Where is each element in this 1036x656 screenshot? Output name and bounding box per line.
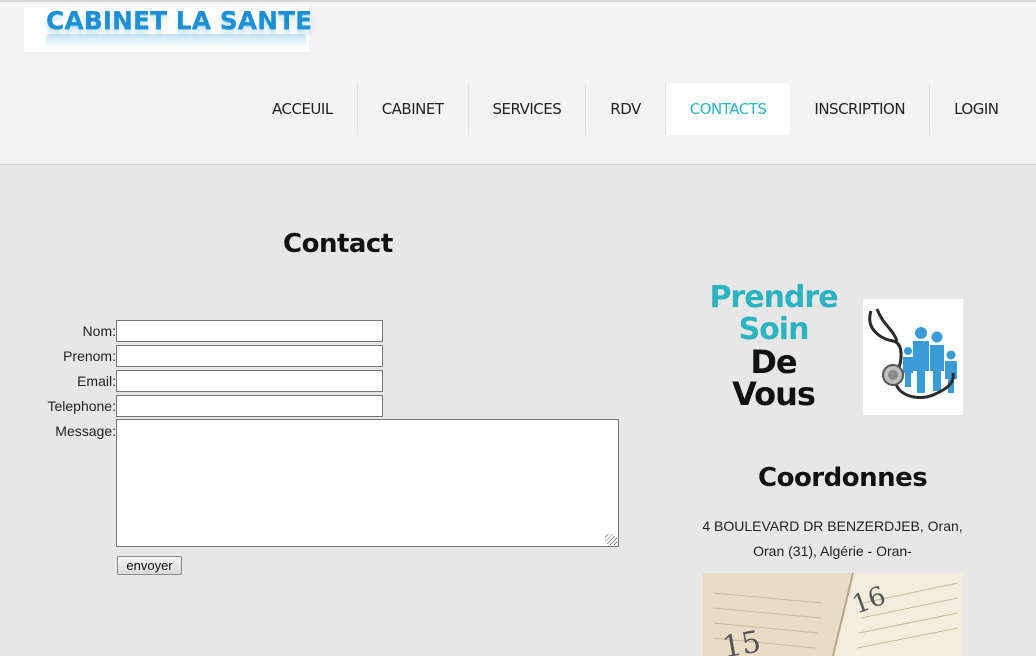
address-block: 4 BOULEVARD DR BENZERDJEB, Oran, Oran (3… [700, 514, 965, 564]
tagline: Prendre Soin De Vous [706, 280, 841, 413]
calendar-number-15: 15 [720, 624, 764, 656]
site-logo[interactable]: CABINET LA SANTE [24, 4, 313, 52]
message-textarea[interactable] [116, 419, 619, 547]
prenom-label: Prenom: [63, 348, 116, 364]
address-line2: Oran (31), Algérie - Oran- [753, 543, 912, 559]
nav-item-rdv[interactable]: RDV [586, 83, 666, 135]
nav-item-cabinet[interactable]: CABINET [358, 83, 469, 135]
message-label: Message: [55, 423, 116, 439]
submit-button[interactable]: envoyer [117, 556, 182, 575]
textarea-resize-grip[interactable] [605, 534, 615, 544]
stethoscope-family-icon [863, 299, 963, 415]
nav-item-inscription[interactable]: INSCRIPTION [790, 83, 931, 135]
email-label: Email: [77, 373, 116, 389]
nom-input[interactable] [116, 320, 383, 342]
coordinates-title: Coordonnes [758, 463, 928, 493]
calendar-planner-image: 16 15 [703, 573, 963, 656]
logo-text: CABINET LA SANTE [46, 6, 313, 35]
calendar-planner-icon: 16 15 [703, 573, 963, 656]
tagline-line4: Vous [732, 375, 816, 413]
address-line1: 4 BOULEVARD DR BENZERDJEB, Oran, [702, 518, 963, 534]
tagline-line2: Soin [738, 312, 810, 347]
stethoscope-family-image [863, 299, 963, 415]
email-input[interactable] [116, 370, 383, 392]
tagline-line1: Prendre [709, 280, 838, 315]
site-header: CABINET LA SANTE ACCEUIL CABINET SERVICE… [0, 0, 1036, 165]
logo-reflection [46, 34, 306, 48]
nav-item-contacts[interactable]: CONTACTS [665, 83, 791, 135]
contact-title: Contact [283, 229, 393, 259]
nav-item-services[interactable]: SERVICES [469, 83, 587, 135]
nav-item-acceuil[interactable]: ACCEUIL [248, 83, 358, 135]
tagline-line3: De [750, 343, 797, 381]
telephone-label: Telephone: [47, 398, 116, 414]
prenom-input[interactable] [116, 345, 383, 367]
nom-label: Nom: [82, 323, 116, 339]
main-nav: ACCEUIL CABINET SERVICES RDV CONTACTS IN… [248, 83, 1022, 135]
telephone-input[interactable] [116, 395, 383, 417]
nav-item-login[interactable]: LOGIN [930, 83, 1022, 135]
